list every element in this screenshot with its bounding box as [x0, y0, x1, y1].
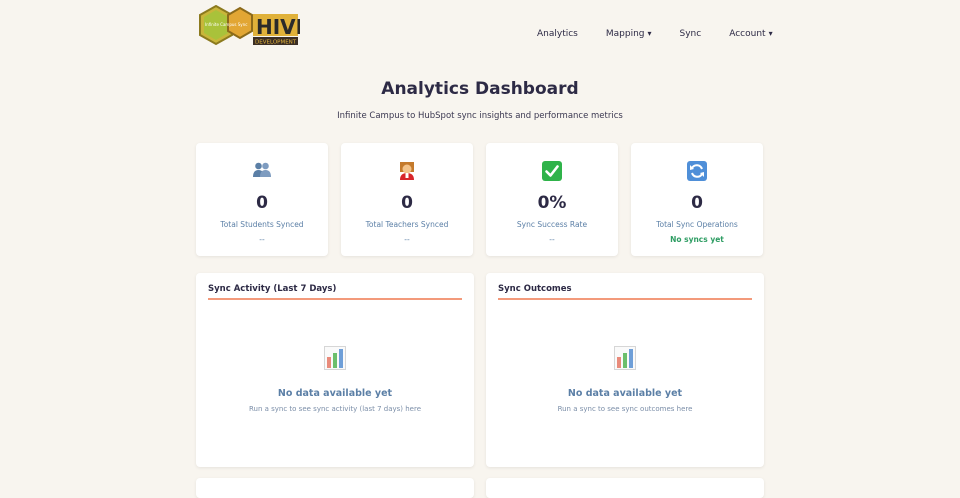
nav-item-label: Analytics — [537, 29, 578, 39]
empty-state-hint: Run a sync to see sync activity (last 7 … — [248, 405, 422, 413]
stat-value: 0 — [691, 193, 703, 213]
page-subtitle: Infinite Campus to HubSpot sync insights… — [337, 111, 623, 121]
teacher-icon — [341, 161, 473, 181]
bar-chart-icon — [486, 346, 764, 370]
stat-card-students: 0 Total Students Synced -- — [196, 143, 328, 256]
panel-title: Sync Outcomes — [498, 284, 572, 294]
main-menu: Analytics Mapping ▾ Sync Account ▾ — [537, 29, 801, 39]
refresh-icon — [631, 161, 763, 181]
panel-partial — [486, 478, 764, 498]
nav-item-label: Mapping — [605, 29, 645, 39]
stat-card-teachers: 0 Total Teachers Synced -- — [341, 143, 473, 256]
nav-item-sync[interactable]: Sync — [680, 29, 702, 39]
stat-value: 0 — [401, 193, 413, 213]
empty-state-title: No data available yet — [277, 388, 393, 399]
hive-logo[interactable]: HIVE DEVELOPMENT Infinite Campus Sync — [196, 4, 309, 47]
stat-card-success-rate: 0% Sync Success Rate -- — [486, 143, 618, 256]
nav-item-analytics[interactable]: Analytics — [537, 29, 578, 39]
stat-label: Sync Success Rate — [516, 220, 588, 229]
svg-text:Infinite Campus Sync: Infinite Campus Sync — [205, 22, 247, 27]
nav-item-account[interactable]: Account ▾ — [729, 29, 772, 39]
caret-down-icon: ▾ — [647, 29, 652, 38]
panel-divider — [208, 298, 462, 300]
nav-item-label: Account — [729, 29, 766, 39]
stat-label: Total Students Synced — [220, 220, 304, 229]
page-title: Analytics Dashboard — [381, 79, 579, 99]
svg-text:DEVELOPMENT: DEVELOPMENT — [255, 40, 297, 46]
nav-item-mapping[interactable]: Mapping ▾ — [606, 29, 652, 39]
empty-state-hint: Run a sync to see sync outcomes here — [557, 405, 693, 413]
stat-card-sync-operations: 0 Total Sync Operations No syncs yet — [631, 143, 763, 256]
stat-subtext: No syncs yet — [670, 235, 724, 244]
check-icon — [486, 161, 618, 181]
panel-partial — [196, 478, 474, 498]
stat-value: 0% — [537, 193, 567, 213]
stat-label: Total Teachers Synced — [365, 220, 449, 229]
panel-title: Sync Activity (Last 7 Days) — [208, 284, 337, 294]
sync-outcomes-panel: Sync Outcomes No data available yet Run … — [486, 273, 764, 467]
students-icon — [196, 161, 328, 179]
top-navbar: HIVE DEVELOPMENT Infinite Campus Sync An… — [0, 0, 960, 70]
empty-state-title: No data available yet — [567, 388, 683, 399]
nav-item-label: Sync — [679, 29, 702, 39]
stat-subtext: -- — [259, 235, 265, 244]
stat-label: Total Sync Operations — [656, 220, 738, 229]
caret-down-icon: ▾ — [768, 29, 773, 38]
sync-activity-panel: Sync Activity (Last 7 Days) No data avai… — [196, 273, 474, 467]
stat-value: 0 — [256, 193, 268, 213]
bar-chart-icon — [196, 346, 474, 370]
stat-subtext: -- — [549, 235, 555, 244]
panel-divider — [498, 298, 752, 300]
hive-logo-graphic: HIVE DEVELOPMENT Infinite Campus Sync — [199, 4, 309, 46]
stat-subtext: -- — [404, 235, 410, 244]
svg-text:HIVE: HIVE — [256, 15, 300, 39]
